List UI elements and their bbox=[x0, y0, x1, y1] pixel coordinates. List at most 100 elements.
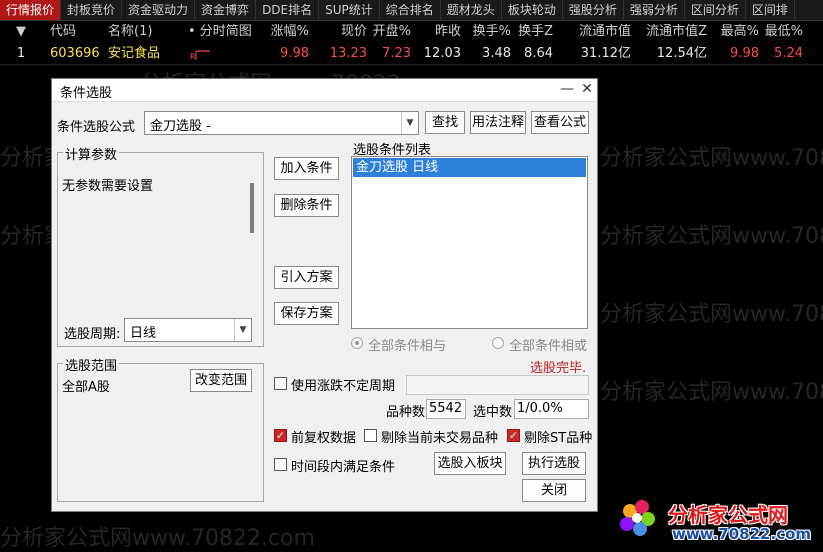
exclude-st-checkbox[interactable]: ✓ bbox=[507, 429, 520, 442]
tab-sup-stats[interactable]: SUP统计 bbox=[319, 0, 380, 20]
close-icon[interactable]: ✕ bbox=[578, 81, 596, 97]
count-value: 5542 bbox=[426, 399, 466, 419]
close-button[interactable]: 关闭 bbox=[522, 479, 586, 502]
selected-label: 选中数 bbox=[473, 405, 513, 420]
market-tab-bar: 行情报价 封板竞价 资金驱动力 资金博弈 DDE排名 SUP统计 综合排名 题材… bbox=[0, 0, 823, 21]
formula-combobox[interactable]: 金刀选股 - ▼ bbox=[144, 111, 419, 135]
column-header-price[interactable]: 现价 bbox=[311, 21, 369, 42]
tab-strong-stock[interactable]: 强股分析 bbox=[563, 0, 624, 20]
adj-label: 前复权数据 bbox=[291, 431, 357, 446]
params-text: 无参数需要设置 bbox=[62, 179, 154, 194]
minimize-icon[interactable]: — bbox=[558, 81, 576, 97]
radio-and[interactable] bbox=[351, 337, 363, 349]
period-label: 选股周期: bbox=[64, 327, 121, 342]
column-header-low-pct[interactable]: 最低% bbox=[761, 21, 803, 42]
column-header-code[interactable]: 代码 bbox=[42, 21, 104, 42]
sparkline-flag: R bbox=[190, 52, 196, 61]
stock-name: 安记食品 bbox=[108, 46, 161, 61]
price: 13.23 bbox=[329, 46, 367, 61]
column-header-high-pct[interactable]: 最高% bbox=[709, 21, 761, 42]
logo-url: www.70822.com bbox=[672, 525, 812, 543]
range-group-title: 选股范围 bbox=[63, 355, 120, 374]
row-index: 1 bbox=[16, 46, 26, 61]
turnover-z: 8.64 bbox=[524, 46, 553, 61]
dialog-title: 条件选股 bbox=[60, 86, 113, 101]
exclude-untraded-label: 剔除当前未交易品种 bbox=[381, 431, 499, 446]
column-menu-icon[interactable]: ▼ bbox=[0, 21, 42, 42]
params-scrollbar[interactable] bbox=[250, 183, 254, 233]
exclude-untraded-checkbox[interactable] bbox=[364, 429, 377, 442]
tab-range-rank[interactable]: 区间排 bbox=[746, 0, 795, 20]
save-scheme-button[interactable]: 保存方案 bbox=[274, 302, 339, 325]
column-header-change-pct[interactable]: 涨幅% bbox=[259, 21, 311, 42]
adj-checkbox[interactable]: ✓ bbox=[274, 429, 287, 442]
tab-sector-rotation[interactable]: 板块轮动 bbox=[502, 0, 563, 20]
import-scheme-button[interactable]: 引入方案 bbox=[274, 266, 339, 289]
tab-capital-drive[interactable]: 资金驱动力 bbox=[122, 0, 196, 20]
time-range-label: 时间段内满足条件 bbox=[291, 460, 396, 475]
tab-range-analysis[interactable]: 区间分析 bbox=[685, 0, 746, 20]
watermark-text: 分析家公式网www.70822.com bbox=[600, 380, 823, 405]
tab-composite-rank[interactable]: 综合排名 bbox=[380, 0, 441, 20]
usage-notes-button[interactable]: 用法注释 bbox=[470, 111, 526, 134]
column-header-name[interactable]: 名称(1) bbox=[104, 21, 184, 42]
condition-list[interactable]: 金刀选股 日线 bbox=[351, 156, 588, 329]
delete-condition-button[interactable]: 删除条件 bbox=[274, 194, 339, 217]
period-value: 日线 bbox=[130, 326, 157, 341]
high-pct: 9.98 bbox=[730, 46, 759, 61]
period-combobox[interactable]: 日线 ▼ bbox=[124, 318, 252, 342]
watermark-text: 分析家公式网www.70822.com bbox=[0, 526, 315, 551]
run-screen-button[interactable]: 执行选股 bbox=[522, 452, 586, 475]
view-formula-button[interactable]: 查看公式 bbox=[531, 111, 589, 134]
column-header-turnover-z[interactable]: 换手Z bbox=[513, 21, 555, 42]
radio-and-label: 全部条件相与 bbox=[368, 339, 447, 354]
tab-theme-leader[interactable]: 题材龙头 bbox=[441, 0, 502, 20]
radio-or[interactable] bbox=[492, 337, 504, 349]
column-header-sparkline[interactable]: • 分时简图 bbox=[184, 21, 259, 42]
params-group: 计算参数 无参数需要设置 选股周期: 日线 ▼ bbox=[57, 144, 264, 347]
quote-table-header: ▼ 代码 名称(1) • 分时简图 涨幅% 现价 开盘% 昨收 换手% 换手Z … bbox=[0, 21, 823, 42]
time-range-checkbox[interactable] bbox=[274, 458, 287, 471]
column-header-turnover[interactable]: 换手% bbox=[465, 21, 513, 42]
tab-quotes[interactable]: 行情报价 bbox=[0, 0, 62, 20]
count-label: 品种数 bbox=[386, 405, 426, 420]
use-period-label: 使用涨跌不定周期 bbox=[291, 379, 396, 394]
find-button[interactable]: 查找 bbox=[425, 111, 465, 134]
low-pct: 5.24 bbox=[774, 46, 803, 61]
float-cap: 31.12亿 bbox=[580, 46, 631, 61]
chevron-down-icon[interactable]: ▼ bbox=[234, 319, 251, 341]
range-value: 全部A股 bbox=[62, 380, 110, 395]
change-pct: 9.98 bbox=[280, 46, 309, 61]
condition-screener-dialog: 条件选股 — ✕ 条件选股公式 金刀选股 - ▼ 查找 用法注释 查看公式 计算… bbox=[51, 78, 598, 512]
prev-close: 12.03 bbox=[423, 46, 461, 61]
column-header-prev-close[interactable]: 昨收 bbox=[413, 21, 465, 42]
use-period-checkbox[interactable] bbox=[274, 377, 287, 390]
list-item[interactable]: 金刀选股 日线 bbox=[353, 158, 586, 177]
change-range-button[interactable]: 改变范围 bbox=[190, 369, 252, 392]
formula-value: 金刀选股 - bbox=[150, 119, 211, 134]
chevron-down-icon[interactable]: ▼ bbox=[401, 112, 418, 134]
status-text: 选股完毕. bbox=[530, 361, 587, 376]
column-header-float-cap[interactable]: 流通市值 bbox=[555, 21, 633, 42]
dialog-titlebar[interactable]: 条件选股 — ✕ bbox=[52, 79, 597, 102]
add-to-block-button[interactable]: 选股入板块 bbox=[434, 452, 506, 475]
tab-dde-rank[interactable]: DDE排名 bbox=[256, 0, 320, 20]
watermark-text: 分析家公式网www.70822.com bbox=[600, 224, 823, 249]
logo-text: 分析家公式网 bbox=[668, 503, 788, 527]
table-row[interactable]: 1 603696 安记食品 R 9.98 13.23 7.23 12.03 3.… bbox=[0, 43, 823, 65]
open-pct: 7.23 bbox=[382, 46, 411, 61]
tab-limit-bid[interactable]: 封板竞价 bbox=[61, 0, 123, 20]
column-header-float-cap-z[interactable]: 流通市值Z bbox=[633, 21, 709, 42]
tab-strength-analysis[interactable]: 强弱分析 bbox=[624, 0, 685, 20]
float-cap-z: 12.54亿 bbox=[656, 46, 707, 61]
selected-value: 1/0.0% bbox=[514, 399, 589, 419]
add-condition-button[interactable]: 加入条件 bbox=[274, 157, 339, 180]
site-logo: 分析家公式网 www.70822.com bbox=[612, 493, 817, 545]
period-range-field[interactable] bbox=[406, 375, 589, 395]
column-header-open-pct[interactable]: 开盘% bbox=[369, 21, 413, 42]
params-group-title: 计算参数 bbox=[63, 144, 120, 163]
range-group: 选股范围 全部A股 改变范围 bbox=[57, 355, 264, 502]
tab-capital-game[interactable]: 资金博弈 bbox=[195, 0, 257, 20]
exclude-st-label: 剔除ST品种 bbox=[524, 431, 593, 446]
sparkline-icon: R bbox=[190, 49, 210, 61]
